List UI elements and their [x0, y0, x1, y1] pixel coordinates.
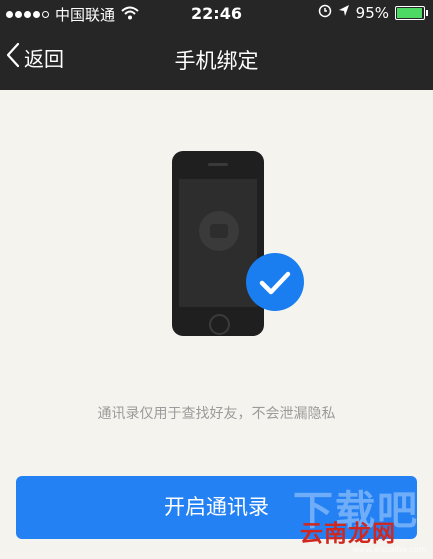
page-title: 手机绑定 — [174, 49, 259, 73]
status-bar: 中国联通 22:46 95% — [0, 0, 433, 28]
privacy-note: 通讯录仅用于查找好友，不会泄漏隐私 — [97, 406, 336, 422]
checkmark-icon — [246, 253, 304, 311]
status-bar-right: 95% — [318, 4, 428, 22]
watermark-text: 云南龙网 — [300, 521, 396, 547]
nav-bar: 返回 手机绑定 — [0, 28, 433, 90]
phone-speaker — [208, 163, 228, 166]
app-logo-icon — [199, 211, 239, 251]
alarm-icon — [318, 4, 332, 22]
phone-home-button-icon — [209, 314, 230, 335]
watermark-url: www.xiazaiba.com — [352, 545, 427, 554]
battery-percent: 95% — [355, 4, 389, 22]
battery-icon — [395, 6, 428, 20]
location-icon — [338, 4, 350, 22]
